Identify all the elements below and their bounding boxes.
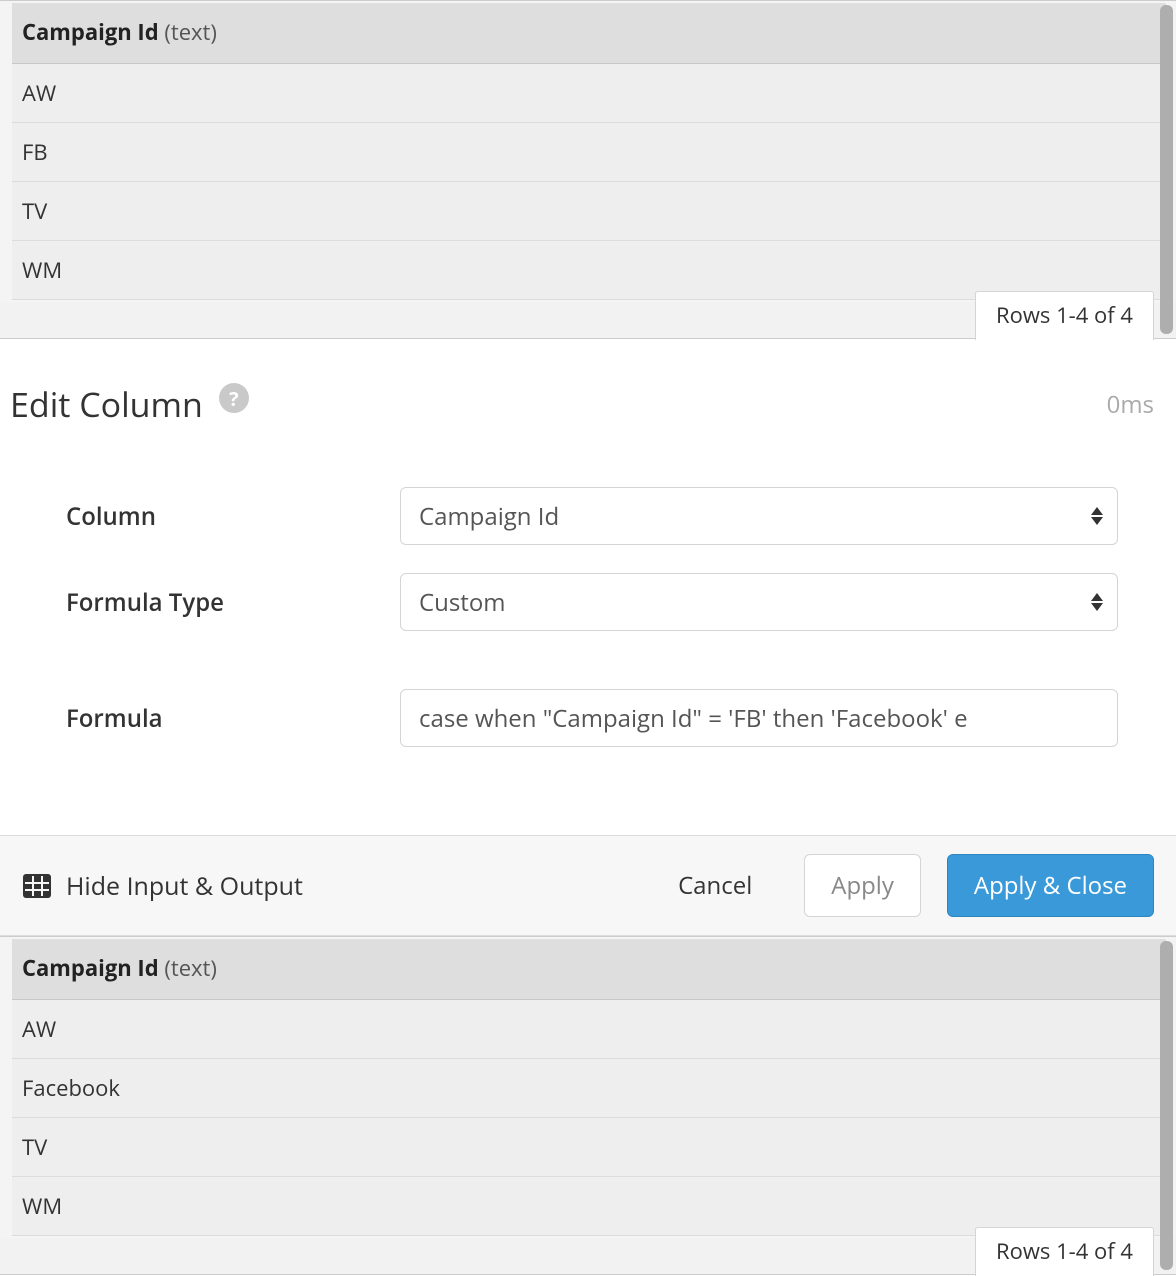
timing-label: 0ms (1107, 388, 1166, 421)
apply-button[interactable]: Apply (804, 854, 921, 917)
column-select-value: Campaign Id (419, 500, 559, 533)
formula-type-select[interactable]: Custom (400, 573, 1118, 631)
column-label: Column (66, 500, 400, 533)
table-icon (22, 873, 52, 899)
apply-close-button[interactable]: Apply & Close (947, 854, 1154, 917)
table-row[interactable]: TV (12, 182, 1166, 241)
column-type: (text) (164, 17, 217, 47)
formula-type-value: Custom (419, 586, 505, 619)
cancel-button[interactable]: Cancel (652, 855, 778, 916)
output-column-header[interactable]: Campaign Id (text) (12, 939, 1166, 1000)
column-name: Campaign Id (22, 17, 159, 47)
edit-column-panel: Edit Column ? 0ms Column Campaign Id For… (0, 339, 1176, 835)
input-column-header[interactable]: Campaign Id (text) (12, 3, 1166, 64)
output-table: Campaign Id (text) AW Facebook TV WM (12, 939, 1166, 1236)
rows-status-badge: Rows 1-4 of 4 (975, 291, 1154, 340)
scrollbar[interactable] (1160, 5, 1173, 334)
table-row[interactable]: AW (12, 64, 1166, 123)
input-table-panel: Campaign Id (text) AW FB TV WM Rows 1-4 … (0, 0, 1176, 339)
table-row[interactable]: Facebook (12, 1059, 1166, 1118)
output-table-panel: Campaign Id (text) AW Facebook TV WM Row… (0, 936, 1176, 1275)
toggle-io-button[interactable]: Hide Input & Output (22, 869, 303, 903)
toggle-io-label: Hide Input & Output (66, 869, 303, 903)
chevron-sort-icon (1091, 507, 1103, 525)
formula-label: Formula (66, 702, 400, 735)
column-type: (text) (164, 953, 217, 983)
help-icon[interactable]: ? (219, 383, 249, 413)
formula-input[interactable] (400, 689, 1118, 747)
chevron-sort-icon (1091, 593, 1103, 611)
table-row[interactable]: AW (12, 1000, 1166, 1059)
rows-status-badge: Rows 1-4 of 4 (975, 1227, 1154, 1276)
table-row[interactable]: FB (12, 123, 1166, 182)
input-table: Campaign Id (text) AW FB TV WM (12, 3, 1166, 300)
formula-type-label: Formula Type (66, 586, 400, 619)
scrollbar[interactable] (1160, 941, 1173, 1270)
footer-bar: Hide Input & Output Cancel Apply Apply &… (0, 835, 1176, 936)
panel-title: Edit Column (10, 381, 203, 427)
table-row[interactable]: TV (12, 1118, 1166, 1177)
column-name: Campaign Id (22, 953, 159, 983)
column-select[interactable]: Campaign Id (400, 487, 1118, 545)
